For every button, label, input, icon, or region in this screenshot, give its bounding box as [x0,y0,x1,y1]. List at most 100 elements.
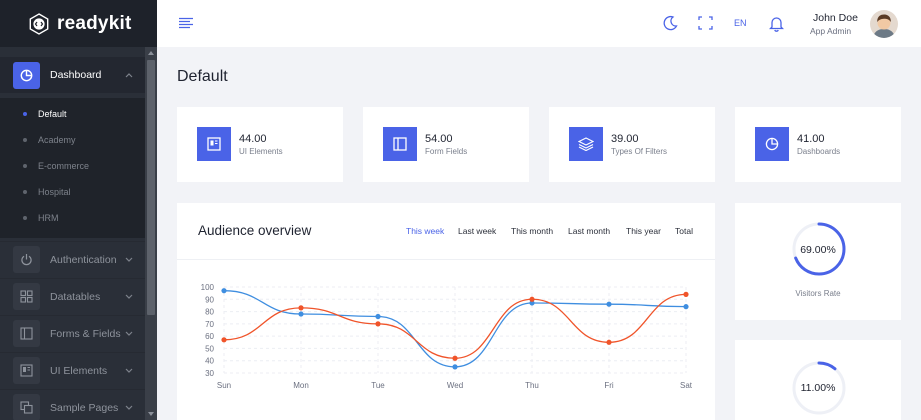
stat-card-dashboards: 41.00 Dashboards [735,107,901,182]
bell-icon[interactable] [769,15,784,32]
sidebar-layout-icon [13,320,40,347]
copy-icon [13,394,40,420]
stat-label: Dashboards [797,147,841,156]
tab-total[interactable]: Total [675,226,693,236]
x-tick-label: Sun [217,381,231,390]
chevron-down-icon [125,405,133,410]
y-tick-label: 70 [205,320,214,329]
series-orange-point [683,291,689,297]
series-orange-point [452,355,458,361]
moon-icon[interactable] [663,15,678,31]
sidebar-item-label: Authentication [50,253,117,266]
layers-icon [569,127,603,161]
x-tick-label: Fri [604,381,614,390]
sidebar-item-ui-elements[interactable]: UI Elements [0,352,145,388]
stat-value: 39.00 [611,133,639,145]
dashboard-submenu: Default Academy E-commerce Hospital HRM [0,98,145,238]
rate-card-2: 11.00% [735,340,901,420]
submenu-item-hospital[interactable]: Hospital [0,182,145,202]
sidebar-item-forms-fields[interactable]: Forms & Fields [0,315,145,351]
bullet-icon [23,112,27,116]
scroll-thumb[interactable] [147,60,155,315]
y-tick-label: 60 [205,332,214,341]
top-header: EN John Doe App Admin [157,0,921,47]
submenu-label: Default [38,109,67,119]
visitors-rate-card: 69.00% Visitors Rate [735,203,901,320]
x-tick-label: Sat [680,381,693,390]
tab-last-month[interactable]: Last month [568,226,610,236]
submenu-label: Academy [38,135,76,145]
y-tick-label: 90 [205,295,214,304]
pie-chart-icon [13,61,40,89]
stat-value: 41.00 [797,133,825,145]
bullet-icon [23,216,27,220]
series-orange-point [221,337,227,343]
user-role: App Admin [810,26,852,36]
submenu-label: HRM [38,213,59,223]
stat-value: 54.00 [425,133,453,145]
stat-label: Form Fields [425,147,468,156]
submenu-item-ecommerce[interactable]: E-commerce [0,156,145,176]
y-tick-label: 80 [205,308,214,317]
y-tick-label: 30 [205,369,214,378]
chevron-up-icon [125,72,133,77]
visitors-rate-label: Visitors Rate [795,289,841,298]
scroll-up-icon[interactable] [148,51,154,55]
brand-logo-icon [29,12,49,35]
tab-this-month[interactable]: This month [511,226,553,236]
bullet-icon [23,190,27,194]
brand-name: readykit [57,12,132,34]
chevron-down-icon [125,368,133,373]
series-orange-point [298,305,304,311]
sidebar-item-dashboard[interactable]: Dashboard [0,57,145,93]
series-blue-point [221,288,227,294]
stat-card-ui-elements: 44.00 UI Elements [177,107,343,182]
submenu-item-hrm[interactable]: HRM [0,208,145,228]
sidebar-item-authentication[interactable]: Authentication [0,241,145,277]
stat-label: UI Elements [239,147,283,156]
stat-card-filters: 39.00 Types Of Filters [549,107,715,182]
user-name[interactable]: John Doe [813,12,858,24]
brand[interactable]: readykit [0,0,157,47]
y-tick-label: 40 [205,357,214,366]
fullscreen-icon[interactable] [698,15,713,31]
x-tick-label: Wed [447,381,463,390]
rate-value-2: 11.00% [800,382,836,394]
audience-overview-card: Audience overview This week Last week Th… [177,203,715,420]
audience-line-chart: 100 90 80 70 60 50 40 30Sun Mon Tue Wed Thu Fri Sat [201,283,693,390]
sidebar-item-datatables[interactable]: Datatables [0,278,145,314]
tab-this-week[interactable]: This week [406,226,444,236]
series-blue-point [375,313,381,320]
sidebar-item-label: Datatables [50,290,101,303]
visitors-rate-value: 69.00% [800,244,836,256]
avatar[interactable] [870,10,898,38]
sidebar-item-label: Sample Pages [50,401,119,414]
layout-icon [197,127,231,161]
language-selector[interactable]: EN [734,18,747,28]
sidebar-item-sample-pages[interactable]: Sample Pages [0,389,145,420]
sidebar-item-label: Dashboard [50,69,102,81]
stat-value: 44.00 [239,133,267,145]
tab-last-week[interactable]: Last week [458,226,496,236]
scroll-down-icon[interactable] [148,412,154,416]
bullet-icon [23,164,27,168]
bullet-icon [23,138,27,142]
layout-icon [13,357,40,384]
sidebar: readykit Dashboard Default Academy E-com… [0,0,157,420]
page-title: Default [177,68,228,85]
series-blue-point [298,311,304,317]
y-tick-label: 50 [205,344,214,353]
sidebar-scrollbar[interactable] [145,47,157,420]
series-orange-point [606,339,612,345]
submenu-label: E-commerce [38,161,90,171]
menu-icon[interactable] [179,17,194,29]
sidebar-layout-icon [383,127,417,161]
power-icon [13,246,40,273]
series-blue-point [452,364,458,370]
grid-icon [13,283,40,310]
tab-this-year[interactable]: This year [626,226,661,236]
submenu-item-academy[interactable]: Academy [0,130,145,150]
chevron-down-icon [125,294,133,299]
submenu-item-default[interactable]: Default [0,104,145,124]
x-tick-label: Mon [293,381,309,390]
